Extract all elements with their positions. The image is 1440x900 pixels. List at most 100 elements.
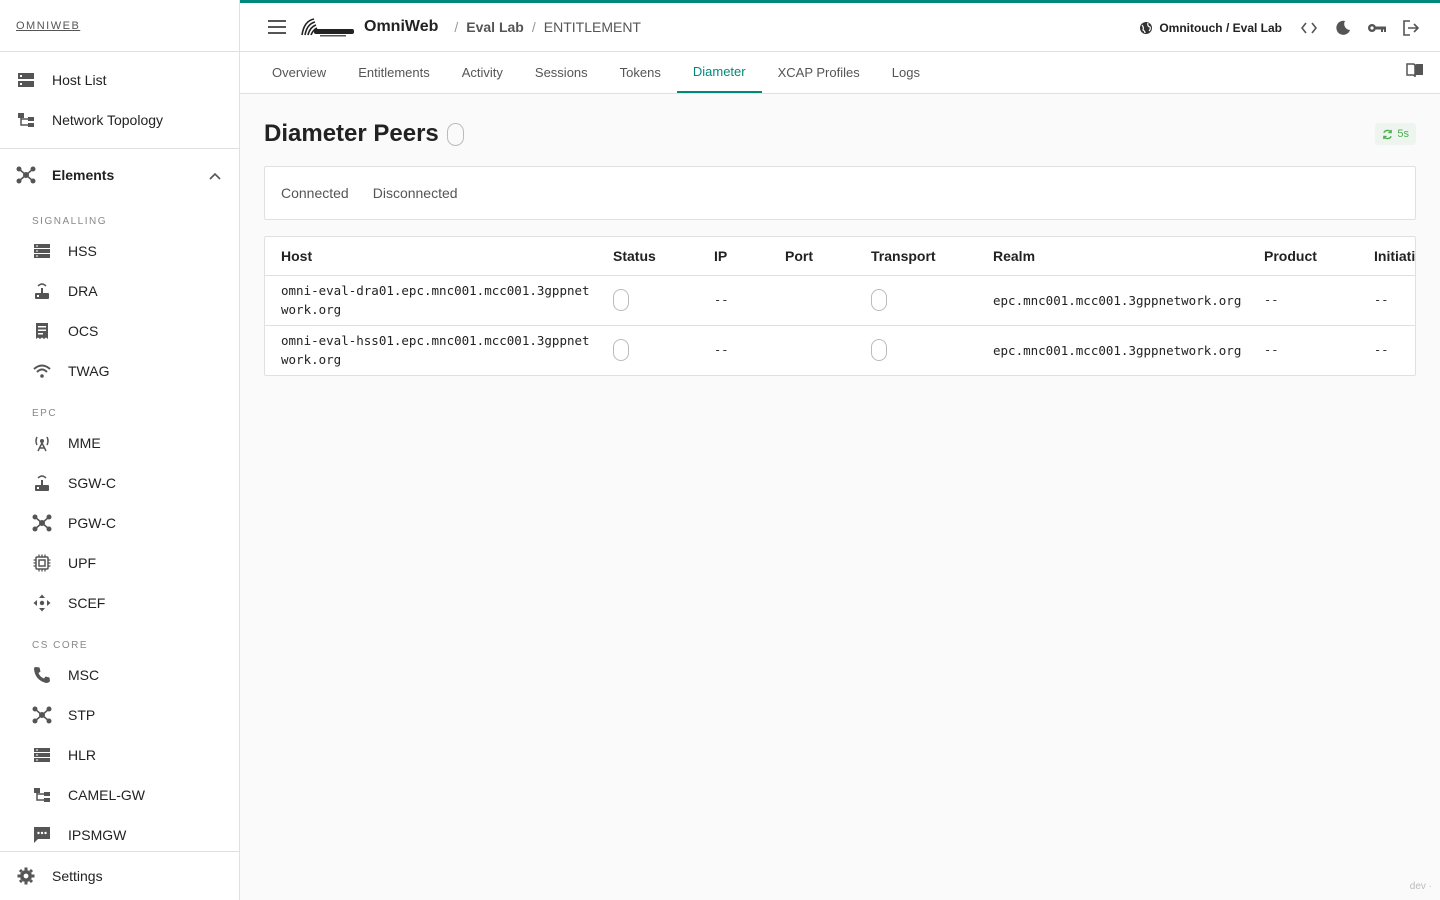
- column-header-product[interactable]: Product: [1248, 237, 1358, 276]
- breadcrumb-separator: /: [531, 19, 536, 35]
- cell-realm: epc.mnc001.mcc001.3gppnetwork.org: [977, 275, 1248, 326]
- peers-table-container: Host Status IP Port Transport Realm Prod…: [264, 236, 1416, 376]
- settings-label: Settings: [52, 868, 103, 884]
- cell-port: [769, 325, 855, 375]
- main-content: Diameter Peers 5s Connected Disconnected…: [264, 94, 1416, 376]
- sidebar-item-scef[interactable]: SCEF: [0, 583, 239, 623]
- sidebar-item-pgw-c[interactable]: PGW-C: [0, 503, 239, 543]
- hub-icon: [16, 165, 36, 185]
- chevron-up-icon: [209, 167, 221, 183]
- column-header-transport[interactable]: Transport: [855, 237, 977, 276]
- key-icon[interactable]: [1360, 11, 1394, 45]
- transport-indicator: [871, 289, 887, 311]
- cell-initiated: --: [1374, 343, 1389, 358]
- cell-transport: [855, 275, 977, 326]
- nav-network-topology[interactable]: Network Topology: [0, 100, 239, 140]
- sidebar-item-label: OCS: [68, 323, 99, 339]
- tab-sessions[interactable]: Sessions: [519, 52, 604, 93]
- tab-tokens[interactable]: Tokens: [604, 52, 677, 93]
- sidebar-item-stp[interactable]: STP: [0, 695, 239, 735]
- column-header-status[interactable]: Status: [597, 237, 698, 276]
- column-header-ip[interactable]: IP: [698, 237, 769, 276]
- column-header-port[interactable]: Port: [769, 237, 855, 276]
- column-header-host[interactable]: Host: [265, 237, 597, 276]
- router-icon: [32, 473, 52, 493]
- router-icon: [32, 281, 52, 301]
- sidebar-item-label: MSC: [68, 667, 100, 683]
- table-row[interactable]: omni-eval-dra01.epc.mnc001.mcc001.3gppne…: [265, 275, 1415, 326]
- storage-icon: [32, 241, 52, 261]
- tab-overview[interactable]: Overview: [256, 52, 342, 93]
- brand: OMNIWEB: [0, 0, 239, 52]
- receipt-icon: [32, 321, 52, 341]
- menu-icon[interactable]: [264, 14, 290, 40]
- hub-icon: [32, 705, 52, 725]
- storage-icon: [32, 745, 52, 765]
- nav-label: Network Topology: [52, 112, 164, 128]
- peers-table: Host Status IP Port Transport Realm Prod…: [265, 237, 1415, 375]
- transport-indicator: [871, 339, 887, 362]
- tab-xcap-profiles[interactable]: XCAP Profiles: [762, 52, 876, 93]
- filter-disconnected[interactable]: Disconnected: [373, 185, 458, 201]
- nav-settings[interactable]: Settings: [0, 851, 239, 900]
- cell-status: [597, 275, 698, 326]
- auto-refresh-chip[interactable]: 5s: [1375, 123, 1416, 145]
- nav-label: Host List: [52, 72, 107, 88]
- brand-link[interactable]: OMNIWEB: [16, 20, 80, 32]
- cell-product: --: [1248, 275, 1358, 326]
- sidebar-item-label: IPSMGW: [68, 827, 127, 843]
- tab-diameter[interactable]: Diameter: [676, 52, 762, 93]
- sidebar-item-twag[interactable]: TWAG: [0, 351, 239, 391]
- tab-activity[interactable]: Activity: [446, 52, 519, 93]
- sidebar-item-hss[interactable]: HSS: [0, 231, 239, 271]
- column-header-initiated[interactable]: Initiati: [1358, 237, 1415, 276]
- tenant-selector[interactable]: Omnitouch / Eval Lab: [1139, 21, 1282, 35]
- sidebar-item-label: UPF: [68, 555, 96, 571]
- sidebar-item-upf[interactable]: UPF: [0, 543, 239, 583]
- sms-icon: [32, 825, 52, 845]
- elements-toggle[interactable]: Elements: [0, 151, 239, 199]
- sidebar-item-label: CAMEL-GW: [68, 787, 145, 803]
- section-label: CS CORE: [32, 640, 89, 651]
- globe-icon: [1139, 21, 1153, 35]
- refresh-icon: [1382, 129, 1393, 140]
- table-header-row: Host Status IP Port Transport Realm Prod…: [265, 237, 1415, 276]
- refresh-interval: 5s: [1397, 128, 1409, 140]
- sidebar-item-label: PGW-C: [68, 515, 116, 531]
- nav-host-list[interactable]: Host List: [0, 60, 239, 100]
- host-list-icon: [16, 70, 36, 90]
- sidebar-item-ocs[interactable]: OCS: [0, 311, 239, 351]
- app-name: OmniWeb: [364, 18, 439, 35]
- nav-top: Host List Network Topology: [0, 52, 239, 149]
- topology-icon: [32, 785, 52, 805]
- sidebar-item-label: HSS: [68, 243, 97, 259]
- cell-port: [769, 275, 855, 326]
- sidebar-item-label: SGW-C: [68, 475, 116, 491]
- tab-entitlements[interactable]: Entitlements: [342, 52, 446, 93]
- sidebar-item-label: SCEF: [68, 595, 106, 611]
- top-bar: OmniWeb / Eval Lab / ENTITLEMENT Omnitou…: [240, 0, 1440, 52]
- top-actions: Omnitouch / Eval Lab: [1139, 3, 1428, 52]
- column-header-realm[interactable]: Realm: [977, 237, 1248, 276]
- logout-icon[interactable]: [1394, 11, 1428, 45]
- sidebar-item-hlr[interactable]: HLR: [0, 735, 239, 775]
- sidebar-item-msc[interactable]: MSC: [0, 655, 239, 695]
- sidebar-item-mme[interactable]: MME: [0, 423, 239, 463]
- status-indicator: [613, 289, 629, 311]
- section-label: SIGNALLING: [32, 216, 108, 227]
- sidebar-item-camel-gw[interactable]: CAMEL-GW: [0, 775, 239, 815]
- sidebar-item-dra[interactable]: DRA: [0, 271, 239, 311]
- chip-icon: [32, 553, 52, 573]
- sidebar-item-label: TWAG: [68, 363, 110, 379]
- table-row[interactable]: omni-eval-hss01.epc.mnc001.mcc001.3gppne…: [265, 325, 1415, 375]
- antenna-icon: [32, 433, 52, 453]
- filter-connected[interactable]: Connected: [281, 185, 349, 201]
- tab-logs[interactable]: Logs: [876, 52, 936, 93]
- sidebar-item-sgw-c[interactable]: SGW-C: [0, 463, 239, 503]
- breadcrumb-eval-lab[interactable]: Eval Lab: [466, 19, 524, 35]
- docs-icon[interactable]: [1406, 62, 1424, 83]
- dark-mode-icon[interactable]: [1326, 11, 1360, 45]
- status-indicator: [613, 339, 629, 362]
- sidebar-item-ipsmgw[interactable]: IPSMGW: [0, 815, 239, 855]
- code-icon[interactable]: [1292, 11, 1326, 45]
